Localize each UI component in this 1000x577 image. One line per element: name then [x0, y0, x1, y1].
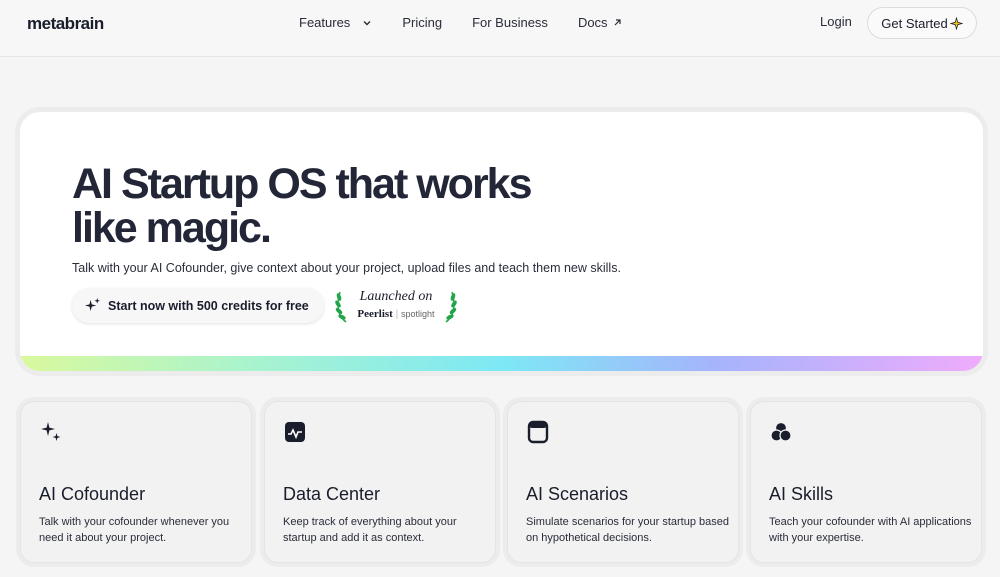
get-started-button[interactable]: Get Started	[867, 7, 977, 39]
nav-pricing-label: Pricing	[402, 15, 443, 30]
logo[interactable]: metabrain	[27, 14, 104, 34]
spotlight-tag: spotlight	[401, 309, 435, 319]
nav-for-business[interactable]: For Business	[472, 15, 548, 30]
hero-card: AI Startup OS that works like magic. Tal…	[20, 112, 983, 371]
external-link-icon	[614, 19, 621, 26]
feature-desc: Talk with your cofounder whenever you ne…	[39, 516, 230, 544]
get-started-label: Get Started	[881, 15, 948, 31]
start-free-label: Start now with 500 credits for free	[108, 298, 309, 313]
feature-desc: Teach your cofounder with AI application…	[769, 516, 972, 544]
window-icon	[527, 420, 549, 444]
feature-title: AI Skills	[769, 484, 834, 504]
laurel-right-icon	[445, 291, 457, 323]
hero-title: AI Startup OS that works like magic.	[72, 160, 533, 252]
feature-desc: Keep track of everything about your star…	[283, 516, 457, 544]
start-free-button[interactable]: Start now with 500 credits for free	[72, 288, 324, 323]
top-navbar: metabrain Features Pricing For Business …	[0, 0, 1000, 57]
sparkles-icon	[41, 422, 61, 441]
nav-features-label: Features	[299, 15, 351, 30]
chart-icon	[285, 422, 305, 442]
feature-card-data-center[interactable]: Data Center Keep track of everything abo…	[264, 401, 496, 563]
hero-gradient-bar	[20, 356, 983, 371]
nav-for-business-label: For Business	[472, 15, 548, 30]
launched-on-text: Launched on	[359, 289, 433, 304]
peerlist-badge[interactable]: Launched on Peerlist | spotlight	[334, 288, 458, 324]
nav-pricing[interactable]: Pricing	[402, 15, 442, 30]
feature-card-ai-scenarios[interactable]: AI Scenarios Simulate scenarios for your…	[507, 401, 739, 563]
circles-icon	[770, 421, 792, 442]
hero-subtitle: Talk with your AI Cofounder, give contex…	[72, 261, 621, 275]
sparkle-icon	[949, 16, 963, 30]
chevron-down-icon	[363, 20, 371, 25]
feature-title: Data Center	[283, 484, 381, 504]
peerlist-brand: Peerlist | spotlight	[334, 308, 458, 320]
nav-links: Features Pricing For Business Docs	[299, 0, 652, 45]
nav-docs[interactable]: Docs	[578, 15, 622, 30]
login-link[interactable]: Login	[820, 14, 852, 29]
feature-title: AI Cofounder	[39, 484, 146, 504]
nav-features[interactable]: Features	[299, 15, 372, 30]
sparkles-icon	[84, 297, 101, 312]
feature-card-ai-skills[interactable]: AI Skills Teach your cofounder with AI a…	[750, 401, 982, 563]
feature-title: AI Scenarios	[526, 484, 629, 504]
peerlist-name: Peerlist	[357, 308, 393, 320]
divider: |	[395, 309, 399, 320]
nav-docs-label: Docs	[577, 15, 608, 30]
feature-desc: Simulate scenarios for your startup base…	[526, 516, 729, 544]
feature-card-ai-cofounder[interactable]: AI Cofounder Talk with your cofounder wh…	[20, 401, 252, 563]
